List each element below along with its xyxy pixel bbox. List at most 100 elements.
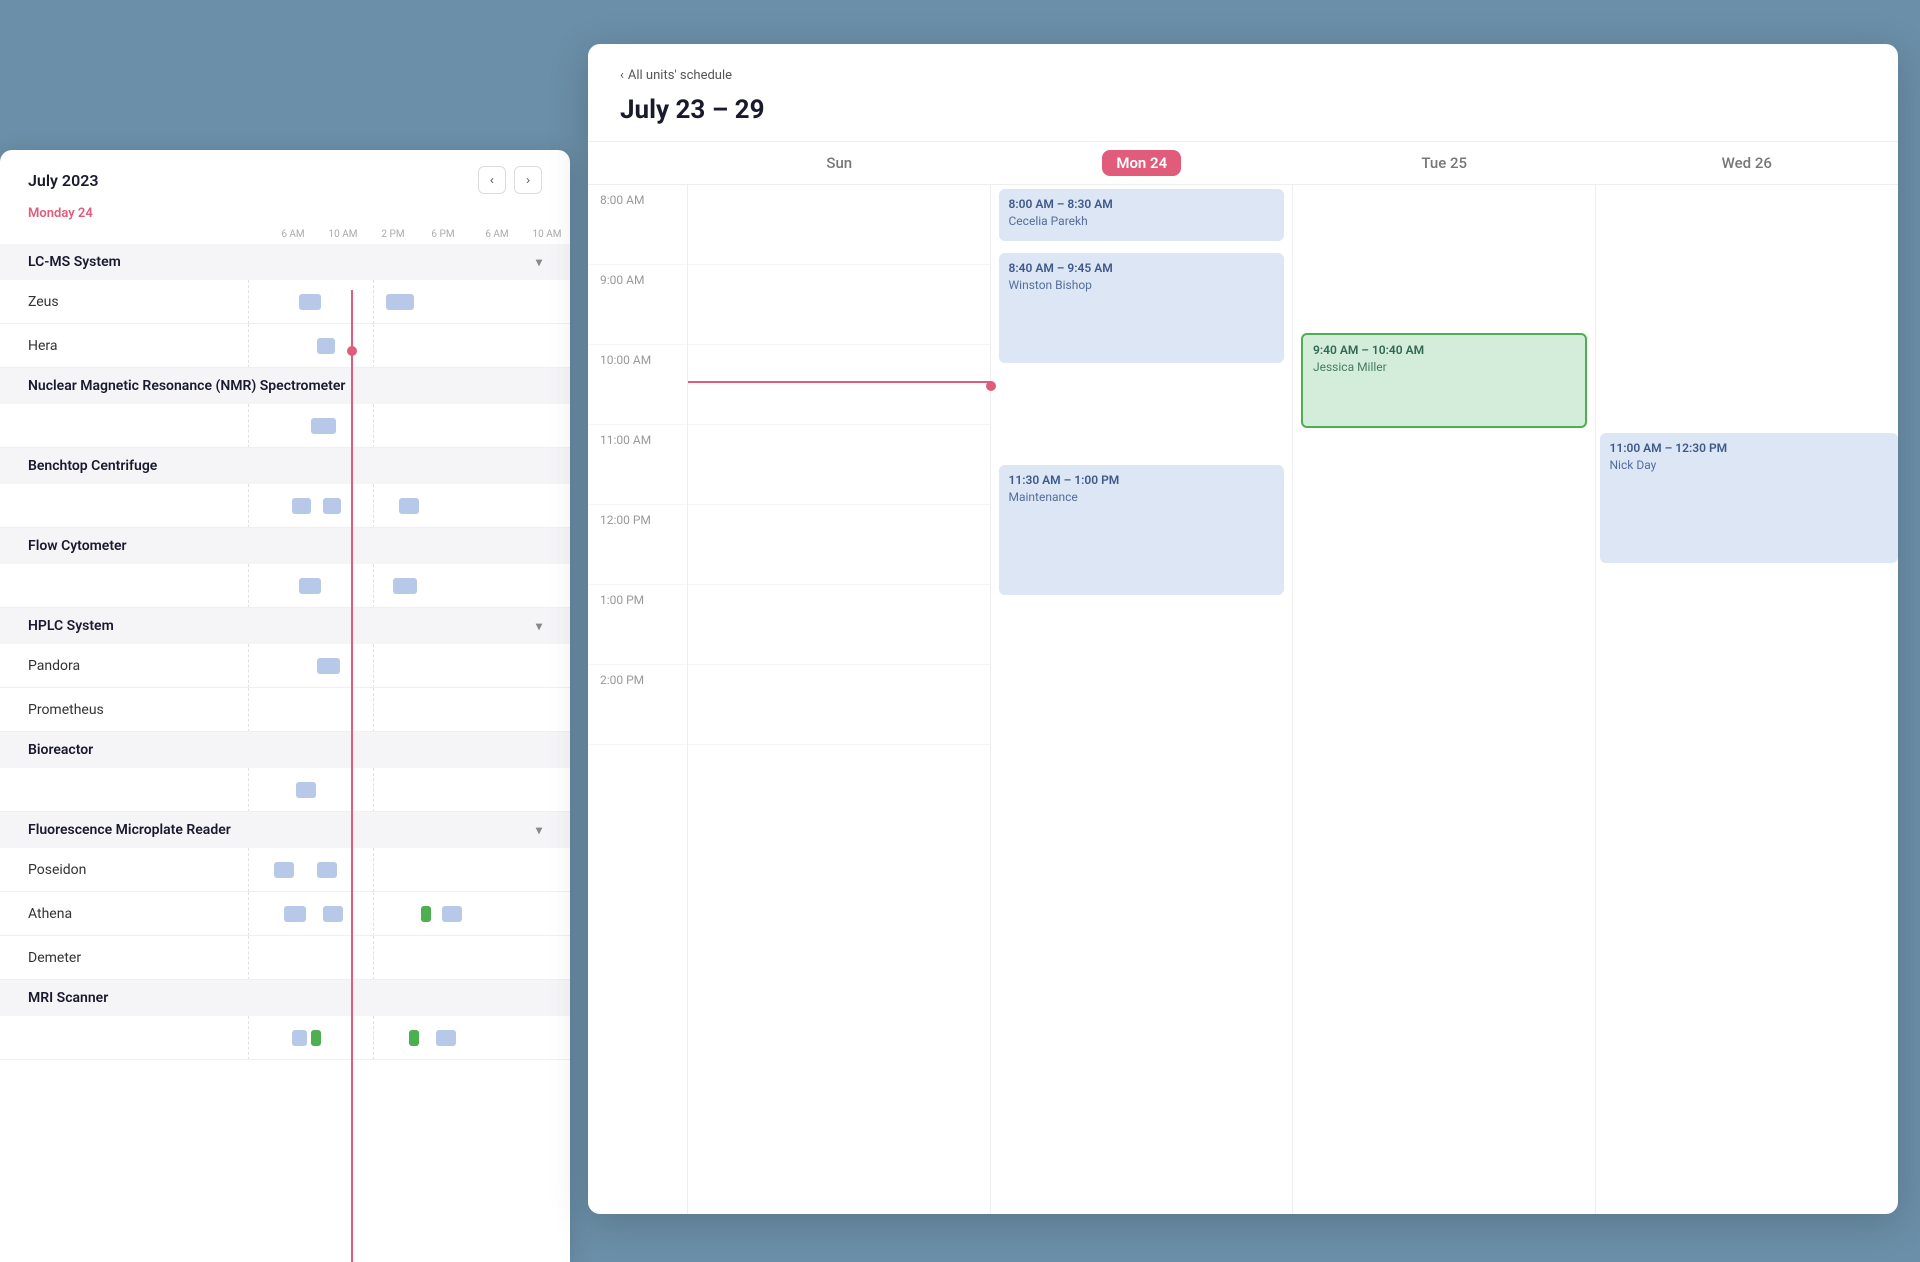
sun-cell-9am xyxy=(688,265,990,345)
mri-bar-green-2 xyxy=(409,1030,419,1046)
event-jessica-miller[interactable]: 9:40 AM – 10:40 AM Jessica Miller xyxy=(1301,333,1587,428)
list-item[interactable]: Athena xyxy=(0,892,570,936)
day-header-tue: Tue 25 xyxy=(1293,142,1596,184)
day-header-sun: Sun xyxy=(688,142,991,184)
category-bioreactor-label: Bioreactor xyxy=(28,742,93,758)
centrifuge-timeline xyxy=(248,484,542,527)
zeus-timeline xyxy=(248,280,542,323)
list-item[interactable] xyxy=(0,768,570,812)
list-item[interactable]: Poseidon xyxy=(0,848,570,892)
back-link[interactable]: ‹ All units' schedule xyxy=(620,68,1866,83)
event-winston-bishop[interactable]: 8:40 AM – 9:45 AM Winston Bishop xyxy=(999,253,1285,363)
sun-cell-10am xyxy=(688,345,990,425)
time-column: 8:00 AM 9:00 AM 10:00 AM 11:00 AM 12:00 … xyxy=(588,185,688,1214)
athena-bar-green xyxy=(421,906,431,922)
event-cecelia-name: Cecelia Parekh xyxy=(1009,214,1275,228)
nmr-timeline xyxy=(248,404,542,447)
equipment-name-pandora: Pandora xyxy=(28,658,248,674)
today-badge-mon: Mon 24 xyxy=(1102,150,1181,176)
category-hplc-label: HPLC System xyxy=(28,618,114,634)
time-slot-8am: 8:00 AM xyxy=(588,185,687,265)
category-fluorescence-label: Fluorescence Microplate Reader xyxy=(28,822,231,838)
equipment-list: LC-MS System ▾ Zeus Hera xyxy=(0,244,570,1216)
event-maintenance[interactable]: 11:30 AM – 1:00 PM Maintenance xyxy=(999,465,1285,595)
event-nick-day[interactable]: 11:00 AM – 12:30 PM Nick Day xyxy=(1600,433,1899,563)
prometheus-timeline xyxy=(248,688,542,731)
list-item[interactable]: Demeter xyxy=(0,936,570,980)
list-item[interactable] xyxy=(0,404,570,448)
day-header-mon: Mon 24 xyxy=(991,142,1294,184)
category-flowcyto-label: Flow Cytometer xyxy=(28,538,127,554)
pandora-bar-1 xyxy=(317,658,339,674)
bioreactor-bar-1 xyxy=(296,782,316,798)
chevron-down-icon: ▾ xyxy=(536,255,542,269)
sun-cell-1pm xyxy=(688,585,990,665)
event-jessica-name: Jessica Miller xyxy=(1313,360,1575,374)
day-column-sun[interactable] xyxy=(688,185,991,1214)
category-mri-label: MRI Scanner xyxy=(28,990,108,1006)
centrifuge-bar-2 xyxy=(323,498,340,514)
mini-time-label-2pm: 2 PM xyxy=(368,229,418,240)
chevron-down-icon-fluor: ▾ xyxy=(536,823,542,837)
nav-arrows: ‹ › xyxy=(478,166,542,194)
equipment-name-prometheus: Prometheus xyxy=(28,702,248,718)
list-item[interactable]: Pandora xyxy=(0,644,570,688)
prev-month-button[interactable]: ‹ xyxy=(478,166,506,194)
category-centrifuge[interactable]: Benchtop Centrifuge xyxy=(0,448,570,484)
sun-cell-11am xyxy=(688,425,990,505)
category-flowcyto[interactable]: Flow Cytometer xyxy=(0,528,570,564)
chevron-down-icon-hplc: ▾ xyxy=(536,619,542,633)
list-item[interactable]: Prometheus xyxy=(0,688,570,732)
category-lcms[interactable]: LC-MS System ▾ xyxy=(0,244,570,280)
sun-cell-12pm xyxy=(688,505,990,585)
current-time-line-sun xyxy=(688,381,992,383)
list-item[interactable]: Zeus xyxy=(0,280,570,324)
mini-time-label2-10am: 10 AM xyxy=(522,229,570,240)
event-jessica-time: 9:40 AM – 10:40 AM xyxy=(1313,343,1575,357)
category-hplc[interactable]: HPLC System ▾ xyxy=(0,608,570,644)
list-item[interactable] xyxy=(0,1016,570,1060)
calendar-grid: Sun Mon 24 Tue 25 Wed 26 8:00 AM 9:00 AM… xyxy=(588,142,1898,1214)
equipment-name-athena: Athena xyxy=(28,906,248,922)
poseidon-timeline xyxy=(248,848,542,891)
zeus-bar-1 xyxy=(299,294,321,310)
week-title: July 23 – 29 xyxy=(620,95,1866,125)
event-cecelia-time: 8:00 AM – 8:30 AM xyxy=(1009,197,1275,211)
mini-time-label2-6am: 6 AM xyxy=(472,229,522,240)
equipment-name-demeter: Demeter xyxy=(28,950,248,966)
hera-bar-1 xyxy=(317,338,334,354)
list-item[interactable] xyxy=(0,484,570,528)
day-label-sun: Sun xyxy=(826,154,852,172)
day-column-tue[interactable]: 9:40 AM – 10:40 AM Jessica Miller xyxy=(1293,185,1596,1214)
centrifuge-bar-1 xyxy=(292,498,311,514)
demeter-timeline xyxy=(248,936,542,979)
current-time-dot-mon xyxy=(986,381,996,391)
athena-bar-1 xyxy=(284,906,306,922)
category-bioreactor[interactable]: Bioreactor xyxy=(0,732,570,768)
category-fluorescence[interactable]: Fluorescence Microplate Reader ▾ xyxy=(0,812,570,848)
left-panel: July 2023 ‹ › Monday 24 6 AM 10 AM 2 PM … xyxy=(0,150,570,1262)
athena-timeline xyxy=(248,892,542,935)
list-item[interactable] xyxy=(0,564,570,608)
day-label-wed: Wed 26 xyxy=(1722,154,1772,172)
event-cecelia-parekh[interactable]: 8:00 AM – 8:30 AM Cecelia Parekh xyxy=(999,189,1285,241)
next-month-button[interactable]: › xyxy=(514,166,542,194)
time-slot-12pm: 12:00 PM xyxy=(588,505,687,585)
category-lcms-label: LC-MS System xyxy=(28,254,121,270)
category-mri[interactable]: MRI Scanner xyxy=(0,980,570,1016)
category-nmr-label: Nuclear Magnetic Resonance (NMR) Spectro… xyxy=(28,378,345,394)
back-arrow-icon: ‹ xyxy=(620,68,624,83)
centrifuge-bar-3 xyxy=(399,498,419,514)
month-navigation: July 2023 ‹ › xyxy=(0,150,570,202)
mri-bar-green-1 xyxy=(311,1030,321,1046)
athena-bar-3 xyxy=(442,906,462,922)
list-item[interactable]: Hera xyxy=(0,324,570,368)
equipment-name-hera: Hera xyxy=(28,338,248,354)
back-link-label: All units' schedule xyxy=(628,68,732,83)
category-nmr[interactable]: Nuclear Magnetic Resonance (NMR) Spectro… xyxy=(0,368,570,404)
day-column-mon[interactable]: 8:00 AM – 8:30 AM Cecelia Parekh 8:40 AM… xyxy=(991,185,1294,1214)
athena-bar-2 xyxy=(323,906,343,922)
poseidon-bar-1 xyxy=(274,862,294,878)
event-maintenance-name: Maintenance xyxy=(1009,490,1275,504)
day-column-wed[interactable]: 11:00 AM – 12:30 PM Nick Day xyxy=(1596,185,1899,1214)
